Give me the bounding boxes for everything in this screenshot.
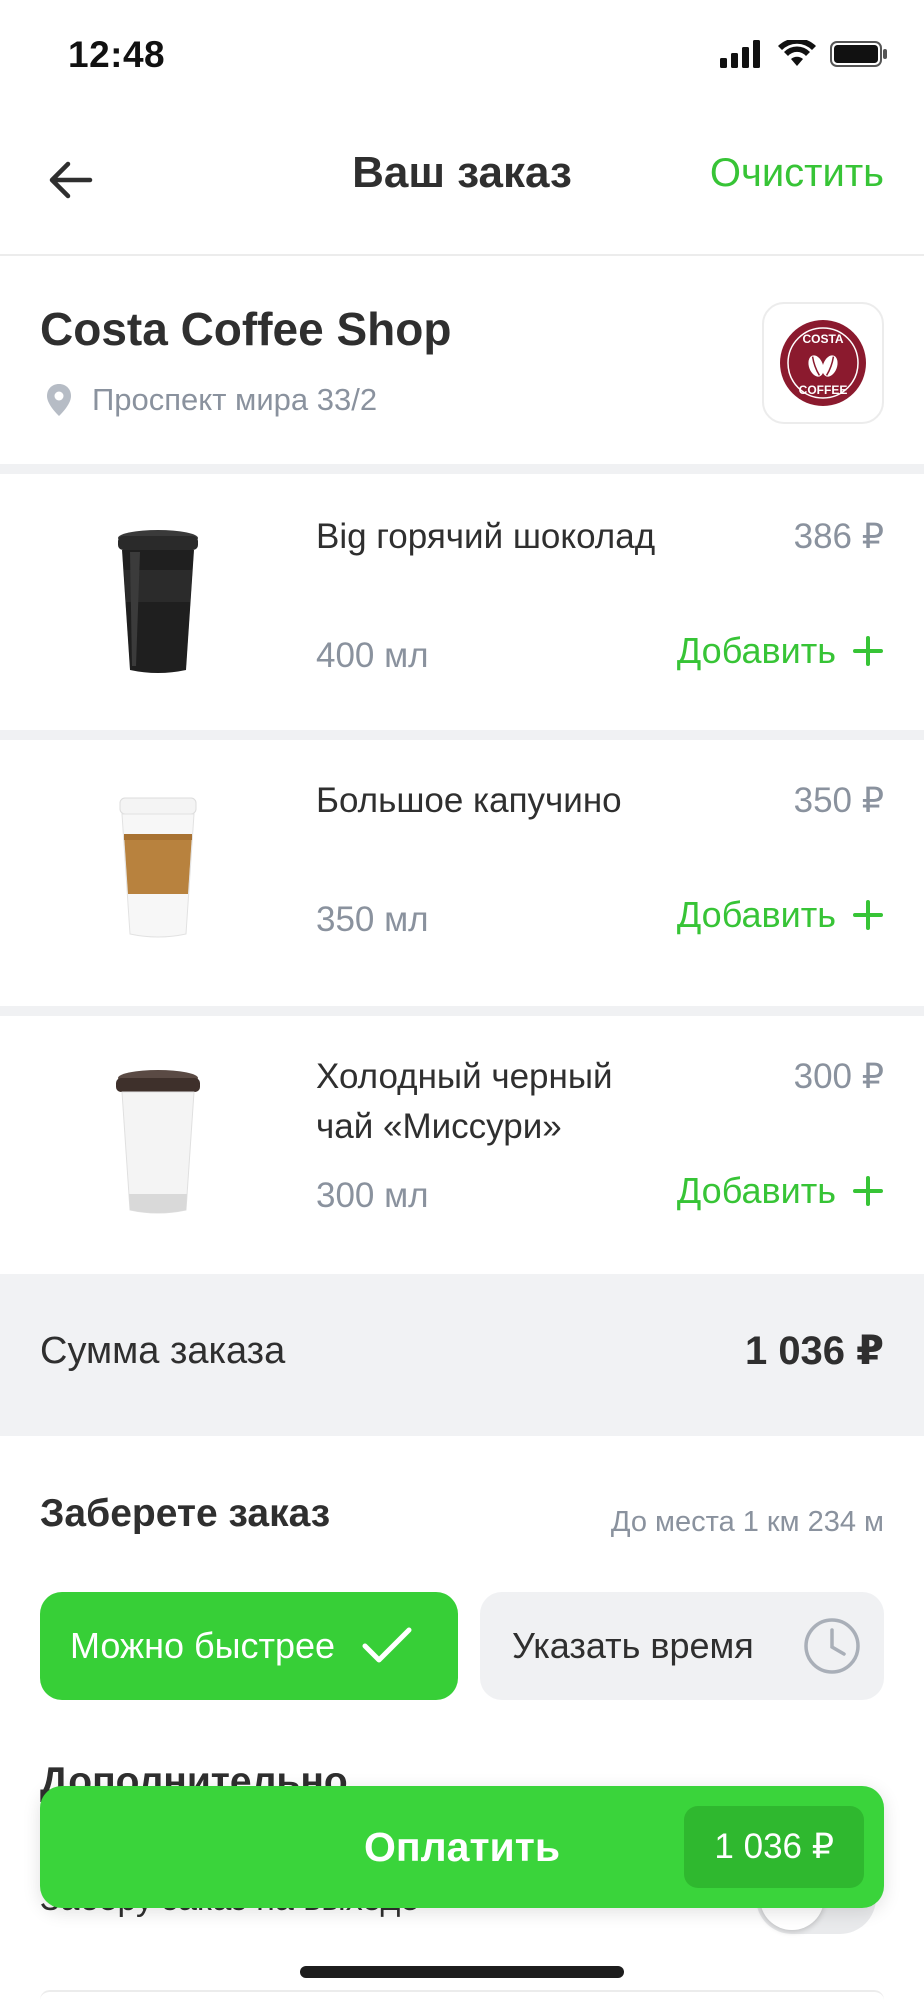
- set-time-option-button[interactable]: Указать время: [480, 1592, 884, 1700]
- order-item: Холодный черный чай «Миссури» 300 ₽ 300 …: [0, 1016, 924, 1270]
- item-name: Big горячий шоколад: [316, 517, 656, 556]
- plus-icon: [853, 900, 883, 930]
- item-volume: 350 мл: [316, 900, 429, 939]
- order-item: Big горячий шоколад 386 ₽ 400 мл Добавит…: [0, 476, 924, 730]
- shop-address-text: Проспект мира 33/2: [92, 382, 378, 417]
- set-time-option-label: Указать время: [512, 1625, 754, 1666]
- order-summary: Сумма заказа 1 036 ₽: [0, 1274, 924, 1436]
- item-price: 300 ₽: [793, 1057, 884, 1096]
- add-item-button[interactable]: Добавить: [677, 1170, 884, 1212]
- pickup-title: Заберете заказ: [40, 1492, 331, 1535]
- sleeve-cup-image: [119, 797, 197, 938]
- item-name: Холодный черный чай «Миссури»: [316, 1057, 613, 1146]
- pay-amount-badge: 1 036 ₽: [684, 1806, 864, 1888]
- clock-icon: [804, 1618, 860, 1674]
- asap-option-label: Можно быстрее: [70, 1625, 336, 1666]
- shop-info: Costa Coffee Shop Проспект мира 33/2 COS…: [0, 258, 924, 464]
- order-item: Большое капучино 350 ₽ 350 мл Добавить: [0, 740, 924, 994]
- cellular-signal-icon: [720, 40, 760, 68]
- battery-icon: [830, 41, 887, 67]
- add-item-button[interactable]: Добавить: [677, 630, 884, 672]
- add-item-label: Добавить: [676, 630, 836, 671]
- item-price: 350 ₽: [793, 781, 884, 820]
- divider: [0, 730, 924, 740]
- order-total-value: 1 036 ₽: [744, 1329, 884, 1373]
- order-total-label: Сумма заказа: [40, 1330, 286, 1372]
- costa-coffee-logo-icon: COSTA COFFEE: [780, 320, 866, 406]
- add-item-label: Добавить: [676, 894, 836, 935]
- item-volume: 300 мл: [316, 1176, 429, 1215]
- add-item-label: Добавить: [676, 1170, 836, 1211]
- logo-text-bottom: COFFEE: [799, 383, 848, 397]
- item-volume: 400 мл: [316, 636, 429, 675]
- add-item-button[interactable]: Добавить: [677, 894, 884, 936]
- item-price: 386 ₽: [793, 517, 884, 556]
- asap-option-button[interactable]: Можно быстрее: [40, 1592, 458, 1700]
- next-section-edge: [40, 1990, 884, 2000]
- location-pin-icon: [47, 384, 71, 416]
- shop-logo: COSTA COFFEE: [762, 302, 884, 424]
- divider: [0, 1006, 924, 1016]
- white-cup-image: [116, 1070, 200, 1214]
- pickup-distance: До места 1 км 234 м: [610, 1506, 884, 1538]
- plus-icon: [853, 636, 883, 666]
- logo-text-top: COSTA: [802, 332, 843, 346]
- item-name: Большое капучино: [316, 781, 622, 820]
- shop-name: Costa Coffee Shop: [40, 303, 452, 355]
- pay-button[interactable]: Оплатить 1 036 ₽: [40, 1786, 884, 1908]
- status-bar: 12:48: [0, 0, 924, 110]
- divider: [0, 464, 924, 474]
- black-cup-image: [118, 530, 198, 673]
- checkmark-icon: [362, 1627, 412, 1663]
- clear-order-button[interactable]: Очистить: [710, 151, 884, 196]
- plus-icon: [853, 1176, 883, 1206]
- status-icons: [720, 40, 888, 68]
- shop-address: Проспект мира 33/2: [46, 382, 377, 418]
- status-time: 12:48: [68, 34, 166, 75]
- nav-header: Ваш заказ Очистить: [0, 118, 924, 256]
- home-indicator: [300, 1966, 624, 1978]
- wifi-icon: [778, 40, 816, 66]
